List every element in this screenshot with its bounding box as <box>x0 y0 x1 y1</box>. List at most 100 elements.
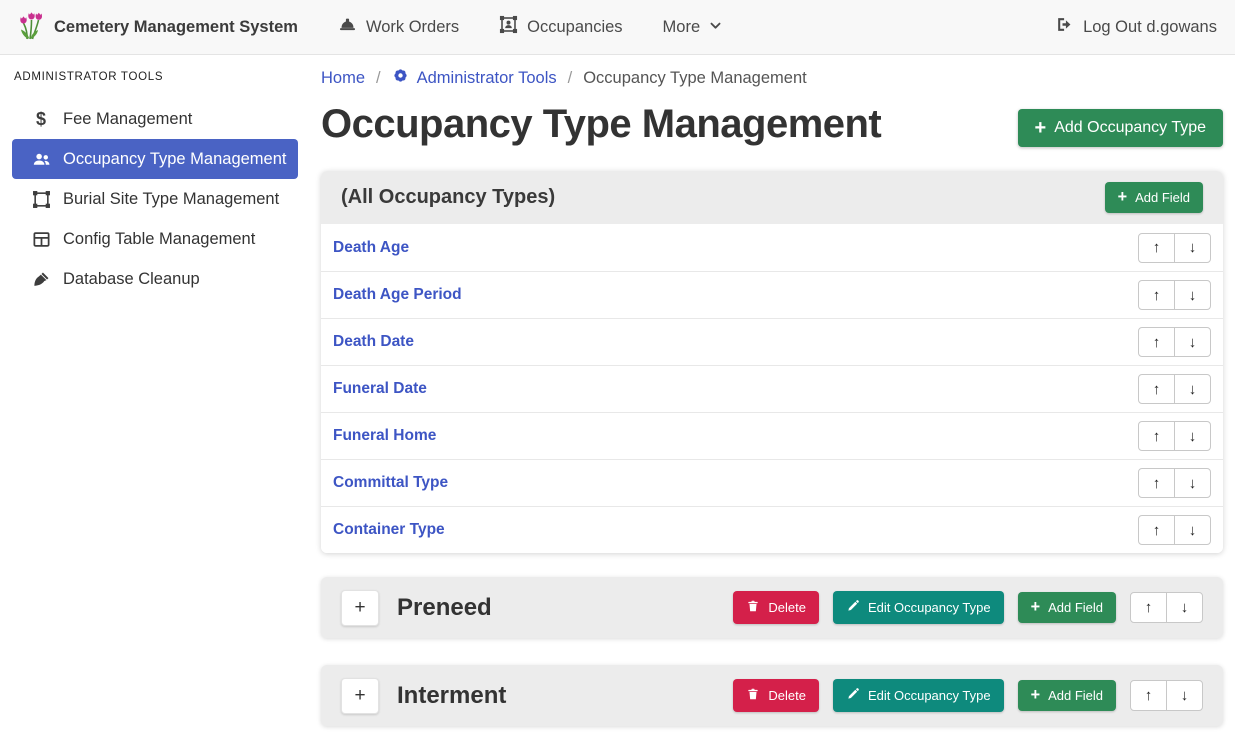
add-field-button-all-types[interactable]: + Add Field <box>1105 182 1203 213</box>
all-occupancy-types-title: (All Occupancy Types) <box>341 186 555 209</box>
arrow-down-icon: ↓ <box>1181 687 1189 704</box>
arrow-down-icon: ↓ <box>1189 475 1197 492</box>
arrow-down-icon: ↓ <box>1189 239 1197 256</box>
plus-icon: + <box>1035 120 1047 136</box>
field-link[interactable]: Funeral Date <box>333 380 427 398</box>
delete-occupancy-type-button[interactable]: Delete <box>733 679 819 712</box>
reorder-buttons: ↑ ↓ <box>1138 515 1211 545</box>
delete-occupancy-type-button[interactable]: Delete <box>733 591 819 624</box>
arrow-down-icon: ↓ <box>1189 381 1197 398</box>
move-down-button[interactable]: ↓ <box>1174 468 1211 498</box>
field-link[interactable]: Committal Type <box>333 474 448 492</box>
gear-icon <box>392 67 409 89</box>
title-row: Occupancy Type Management + Add Occupanc… <box>321 101 1223 147</box>
move-up-button[interactable]: ↑ <box>1138 515 1175 545</box>
move-up-button[interactable]: ↑ <box>1138 233 1175 263</box>
edit-occupancy-type-button[interactable]: Edit Occupancy Type <box>833 679 1004 712</box>
expand-plus-icon: + <box>354 685 365 707</box>
sidebar-item-database-cleanup[interactable]: Database Cleanup <box>12 259 298 299</box>
top-navbar: Cemetery Management System Work Orders <box>0 0 1235 55</box>
plus-icon: + <box>1118 191 1128 204</box>
breadcrumb-home-link[interactable]: Home <box>321 69 365 88</box>
sidebar-item-label: Occupancy Type Management <box>63 150 287 169</box>
move-down-button[interactable]: ↓ <box>1174 515 1211 545</box>
move-up-button[interactable]: ↑ <box>1138 327 1175 357</box>
field-link[interactable]: Death Age Period <box>333 286 462 304</box>
arrow-down-icon: ↓ <box>1181 599 1189 616</box>
field-row-container-type: Container Type ↑ ↓ <box>321 506 1223 553</box>
add-field-button[interactable]: + Add Field <box>1018 592 1116 623</box>
move-down-button[interactable]: ↓ <box>1174 374 1211 404</box>
reorder-buttons: ↑ ↓ <box>1138 233 1211 263</box>
dollar-sign-icon: $ <box>28 109 54 130</box>
expand-section-button[interactable]: + <box>341 590 379 626</box>
move-down-button[interactable]: ↓ <box>1166 680 1203 711</box>
sidebar-item-occupancy-type-management[interactable]: Occupancy Type Management <box>12 139 298 179</box>
delete-label: Delete <box>768 600 806 615</box>
sidebar-heading: ADMINISTRATOR TOOLS <box>0 61 310 99</box>
add-field-label: Add Field <box>1048 600 1103 615</box>
trash-icon <box>746 687 760 704</box>
edit-label: Edit Occupancy Type <box>868 688 991 703</box>
add-field-label: Add Field <box>1048 688 1103 703</box>
nav-item-work-orders[interactable]: Work Orders <box>338 15 459 39</box>
all-occupancy-types-header: (All Occupancy Types) + Add Field <box>321 171 1223 224</box>
sidebar-item-label: Burial Site Type Management <box>63 190 279 209</box>
move-down-button[interactable]: ↓ <box>1174 280 1211 310</box>
all-occupancy-types-card: (All Occupancy Types) + Add Field Death … <box>321 171 1223 553</box>
arrow-down-icon: ↓ <box>1189 334 1197 351</box>
breadcrumb-admin-tools-link[interactable]: Administrator Tools <box>392 67 557 89</box>
field-row-death-age: Death Age ↑ ↓ <box>321 224 1223 271</box>
add-occupancy-type-label: Add Occupancy Type <box>1054 119 1206 137</box>
arrow-up-icon: ↑ <box>1153 428 1161 445</box>
move-down-button[interactable]: ↓ <box>1174 233 1211 263</box>
move-up-button[interactable]: ↑ <box>1138 421 1175 451</box>
expand-section-button[interactable]: + <box>341 678 379 714</box>
nav-item-occupancies[interactable]: Occupancies <box>499 15 622 39</box>
nav-links: Work Orders Occupancies M <box>338 15 722 39</box>
nav-item-more[interactable]: More <box>663 18 723 37</box>
occupancy-frame-person-icon <box>499 15 518 39</box>
sidebar-item-fee-management[interactable]: $ Fee Management <box>12 99 298 139</box>
arrow-down-icon: ↓ <box>1189 522 1197 539</box>
field-link[interactable]: Container Type <box>333 521 445 539</box>
arrow-up-icon: ↑ <box>1153 522 1161 539</box>
sign-out-icon <box>1055 15 1074 39</box>
move-up-button[interactable]: ↑ <box>1138 280 1175 310</box>
field-link[interactable]: Funeral Home <box>333 427 436 445</box>
move-up-button[interactable]: ↑ <box>1138 374 1175 404</box>
section-actions: Delete Edit Occupancy Type + Add Field <box>733 679 1203 712</box>
pencil-icon <box>846 599 860 616</box>
field-link[interactable]: Death Date <box>333 333 414 351</box>
brand[interactable]: Cemetery Management System <box>18 10 298 45</box>
reorder-buttons: ↑ ↓ <box>1138 421 1211 451</box>
field-link[interactable]: Death Age <box>333 239 409 257</box>
arrow-up-icon: ↑ <box>1153 334 1161 351</box>
sidebar-item-label: Database Cleanup <box>63 270 200 289</box>
move-up-button[interactable]: ↑ <box>1130 592 1167 623</box>
move-down-button[interactable]: ↓ <box>1166 592 1203 623</box>
sidebar-item-burial-site-type-management[interactable]: Burial Site Type Management <box>12 179 298 219</box>
main-content: Home / Administrator Tools / Occupancy T… <box>310 55 1235 738</box>
add-field-button[interactable]: + Add Field <box>1018 680 1116 711</box>
move-down-button[interactable]: ↓ <box>1174 327 1211 357</box>
sidebar-item-config-table-management[interactable]: Config Table Management <box>12 219 298 259</box>
chevron-down-icon <box>709 18 722 37</box>
add-occupancy-type-button[interactable]: + Add Occupancy Type <box>1018 109 1223 147</box>
logout-label: Log Out d.gowans <box>1083 18 1217 37</box>
nav-item-label: Occupancies <box>527 18 622 37</box>
move-up-button[interactable]: ↑ <box>1138 468 1175 498</box>
sidebar-item-label: Fee Management <box>63 110 192 129</box>
trash-icon <box>746 599 760 616</box>
field-row-death-age-period: Death Age Period ↑ ↓ <box>321 271 1223 318</box>
users-icon <box>28 150 54 169</box>
navbar-right: Log Out d.gowans <box>1055 15 1217 39</box>
logout-link[interactable]: Log Out d.gowans <box>1055 15 1217 39</box>
hard-hat-icon <box>338 15 357 39</box>
breadcrumb-separator: / <box>376 69 381 88</box>
plus-icon: + <box>1031 689 1041 702</box>
edit-occupancy-type-button[interactable]: Edit Occupancy Type <box>833 591 1004 624</box>
move-down-button[interactable]: ↓ <box>1174 421 1211 451</box>
section-name: Interment <box>397 682 506 710</box>
move-up-button[interactable]: ↑ <box>1130 680 1167 711</box>
